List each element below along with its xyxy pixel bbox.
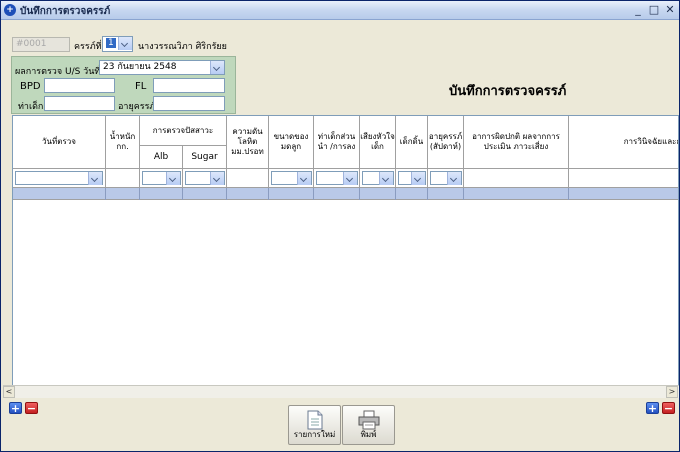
horizontal-scrollbar[interactable]: < >	[3, 385, 679, 398]
fl-field[interactable]	[153, 78, 225, 93]
row-cell	[183, 188, 227, 200]
bpd-field[interactable]	[44, 78, 115, 93]
exam-window: + บันทึกการตรวจครรภ์ _ □ ✕ #0001 ครรภ์ที…	[0, 0, 680, 452]
header-diagnosis: การวินิจฉัยและการรักษา	[569, 116, 678, 169]
pregnancy-select[interactable]: 1	[102, 36, 133, 52]
movement-cell[interactable]	[396, 169, 428, 188]
sugar-cell[interactable]	[183, 169, 227, 188]
app-icon: +	[4, 4, 16, 16]
fl-label: FL	[135, 81, 147, 92]
maximize-icon[interactable]: □	[647, 4, 661, 17]
date-cell[interactable]	[13, 169, 106, 188]
chevron-down-icon[interactable]	[88, 172, 102, 185]
ga-cell[interactable]	[428, 169, 464, 188]
ga-field[interactable]	[153, 96, 225, 111]
chevron-down-icon[interactable]	[379, 172, 393, 185]
ga-select[interactable]	[430, 171, 462, 185]
row-cell	[269, 188, 314, 200]
chevron-down-icon[interactable]	[447, 172, 461, 185]
remove-column-button[interactable]: −	[662, 402, 675, 414]
header-fhs: เสียงหัวใจ เด็ก	[360, 116, 396, 169]
us-date-select[interactable]: 23 กันยายน 2548	[99, 60, 225, 75]
pregnancy-label: ครรภ์ที่	[74, 42, 102, 52]
document-icon	[307, 410, 323, 430]
bp-cell[interactable]	[227, 169, 269, 188]
exam-grid: วันที่ตรวจ น้ำหนัก กก. การตรวจปัสสาวะ Al…	[12, 115, 679, 386]
header-presentation: ท่าเด็กส่วนนำ /การลง	[314, 116, 360, 169]
table-row[interactable]	[13, 188, 678, 200]
sugar-select[interactable]	[185, 171, 225, 185]
header-diagnosis-text: การวินิจฉัยและการรักษา	[623, 137, 678, 146]
ga-label: อายุครรภ์	[118, 102, 156, 112]
symptoms-cell[interactable]	[464, 169, 569, 188]
ultrasound-panel: ผลการตรวจ U/S วันที่ 23 กันยายน 2548 BPD…	[11, 56, 236, 114]
chevron-down-icon[interactable]	[118, 37, 132, 50]
new-list-button[interactable]: รายการใหม่	[288, 405, 341, 445]
header-sugar: Sugar	[183, 146, 227, 169]
scroll-left-icon[interactable]: <	[3, 386, 15, 398]
chevron-down-icon[interactable]	[210, 61, 224, 74]
title-bar: + บันทึกการตรวจครรภ์ _ □ ✕	[1, 1, 679, 20]
us-date-value: 23 กันยายน 2548	[103, 62, 177, 72]
date-select[interactable]	[15, 171, 103, 185]
presentation-cell[interactable]	[314, 169, 360, 188]
position-label: ท่าเด็ก	[18, 102, 44, 112]
bpd-label: BPD	[20, 81, 41, 92]
row-cell	[360, 188, 396, 200]
row-cell	[227, 188, 269, 200]
header-urine: การตรวจปัสสาวะ	[140, 116, 227, 146]
print-button[interactable]: พิมพ์	[342, 405, 395, 445]
header-movement: เด็กดิ้น	[396, 116, 428, 169]
chevron-down-icon[interactable]	[210, 172, 224, 185]
fhs-select[interactable]	[362, 171, 394, 185]
row-cell	[464, 188, 569, 200]
window-title: บันทึกการตรวจครรภ์	[20, 6, 111, 17]
add-row-button[interactable]: +	[9, 402, 22, 414]
us-exam-label: ผลการตรวจ U/S วันที่	[15, 67, 101, 77]
row-cell	[106, 188, 140, 200]
printer-icon	[358, 410, 380, 430]
header-symptoms: อาการผิดปกติ ผลจากการประเมิน ภาวะเสี่ยง	[464, 116, 569, 169]
alb-cell[interactable]	[140, 169, 183, 188]
weight-cell[interactable]	[106, 169, 140, 188]
fundus-select[interactable]	[271, 171, 312, 185]
chevron-down-icon[interactable]	[166, 172, 180, 185]
scroll-right-icon[interactable]: >	[666, 386, 678, 398]
fundus-cell[interactable]	[269, 169, 314, 188]
row-cell	[13, 188, 106, 200]
alb-select[interactable]	[142, 171, 181, 185]
patient-name: นางวรรณวิภา ศิริกรัยย	[138, 42, 227, 52]
row-cell	[140, 188, 183, 200]
print-label: พิมพ์	[360, 430, 377, 439]
position-field[interactable]	[44, 96, 115, 111]
presentation-select[interactable]	[316, 171, 358, 185]
header-date: วันที่ตรวจ	[13, 116, 106, 169]
row-cell	[314, 188, 360, 200]
new-list-label: รายการใหม่	[293, 430, 336, 439]
remove-row-button[interactable]: −	[25, 402, 38, 414]
movement-select[interactable]	[398, 171, 426, 185]
chevron-down-icon[interactable]	[411, 172, 425, 185]
chevron-down-icon[interactable]	[343, 172, 357, 185]
header-bp: ความดัน โลหิต มม.ปรอท	[227, 116, 269, 169]
minimize-icon[interactable]: _	[631, 4, 645, 17]
row-cell	[428, 188, 464, 200]
header-weight: น้ำหนัก กก.	[106, 116, 140, 169]
pregnancy-value: 1	[106, 38, 116, 48]
header-ga: อายุครรภ์ (สัปดาห์)	[428, 116, 464, 169]
header-alb: Alb	[140, 146, 183, 169]
close-icon[interactable]: ✕	[663, 4, 677, 17]
row-cell	[396, 188, 428, 200]
diagnosis-cell[interactable]	[569, 169, 678, 188]
chevron-down-icon[interactable]	[297, 172, 311, 185]
add-column-button[interactable]: +	[646, 402, 659, 414]
hn-field: #0001	[12, 37, 70, 52]
fhs-cell[interactable]	[360, 169, 396, 188]
page-title: บันทึกการตรวจครรภ์	[449, 84, 567, 99]
header-fundus: ขนาดของ มดลูก	[269, 116, 314, 169]
